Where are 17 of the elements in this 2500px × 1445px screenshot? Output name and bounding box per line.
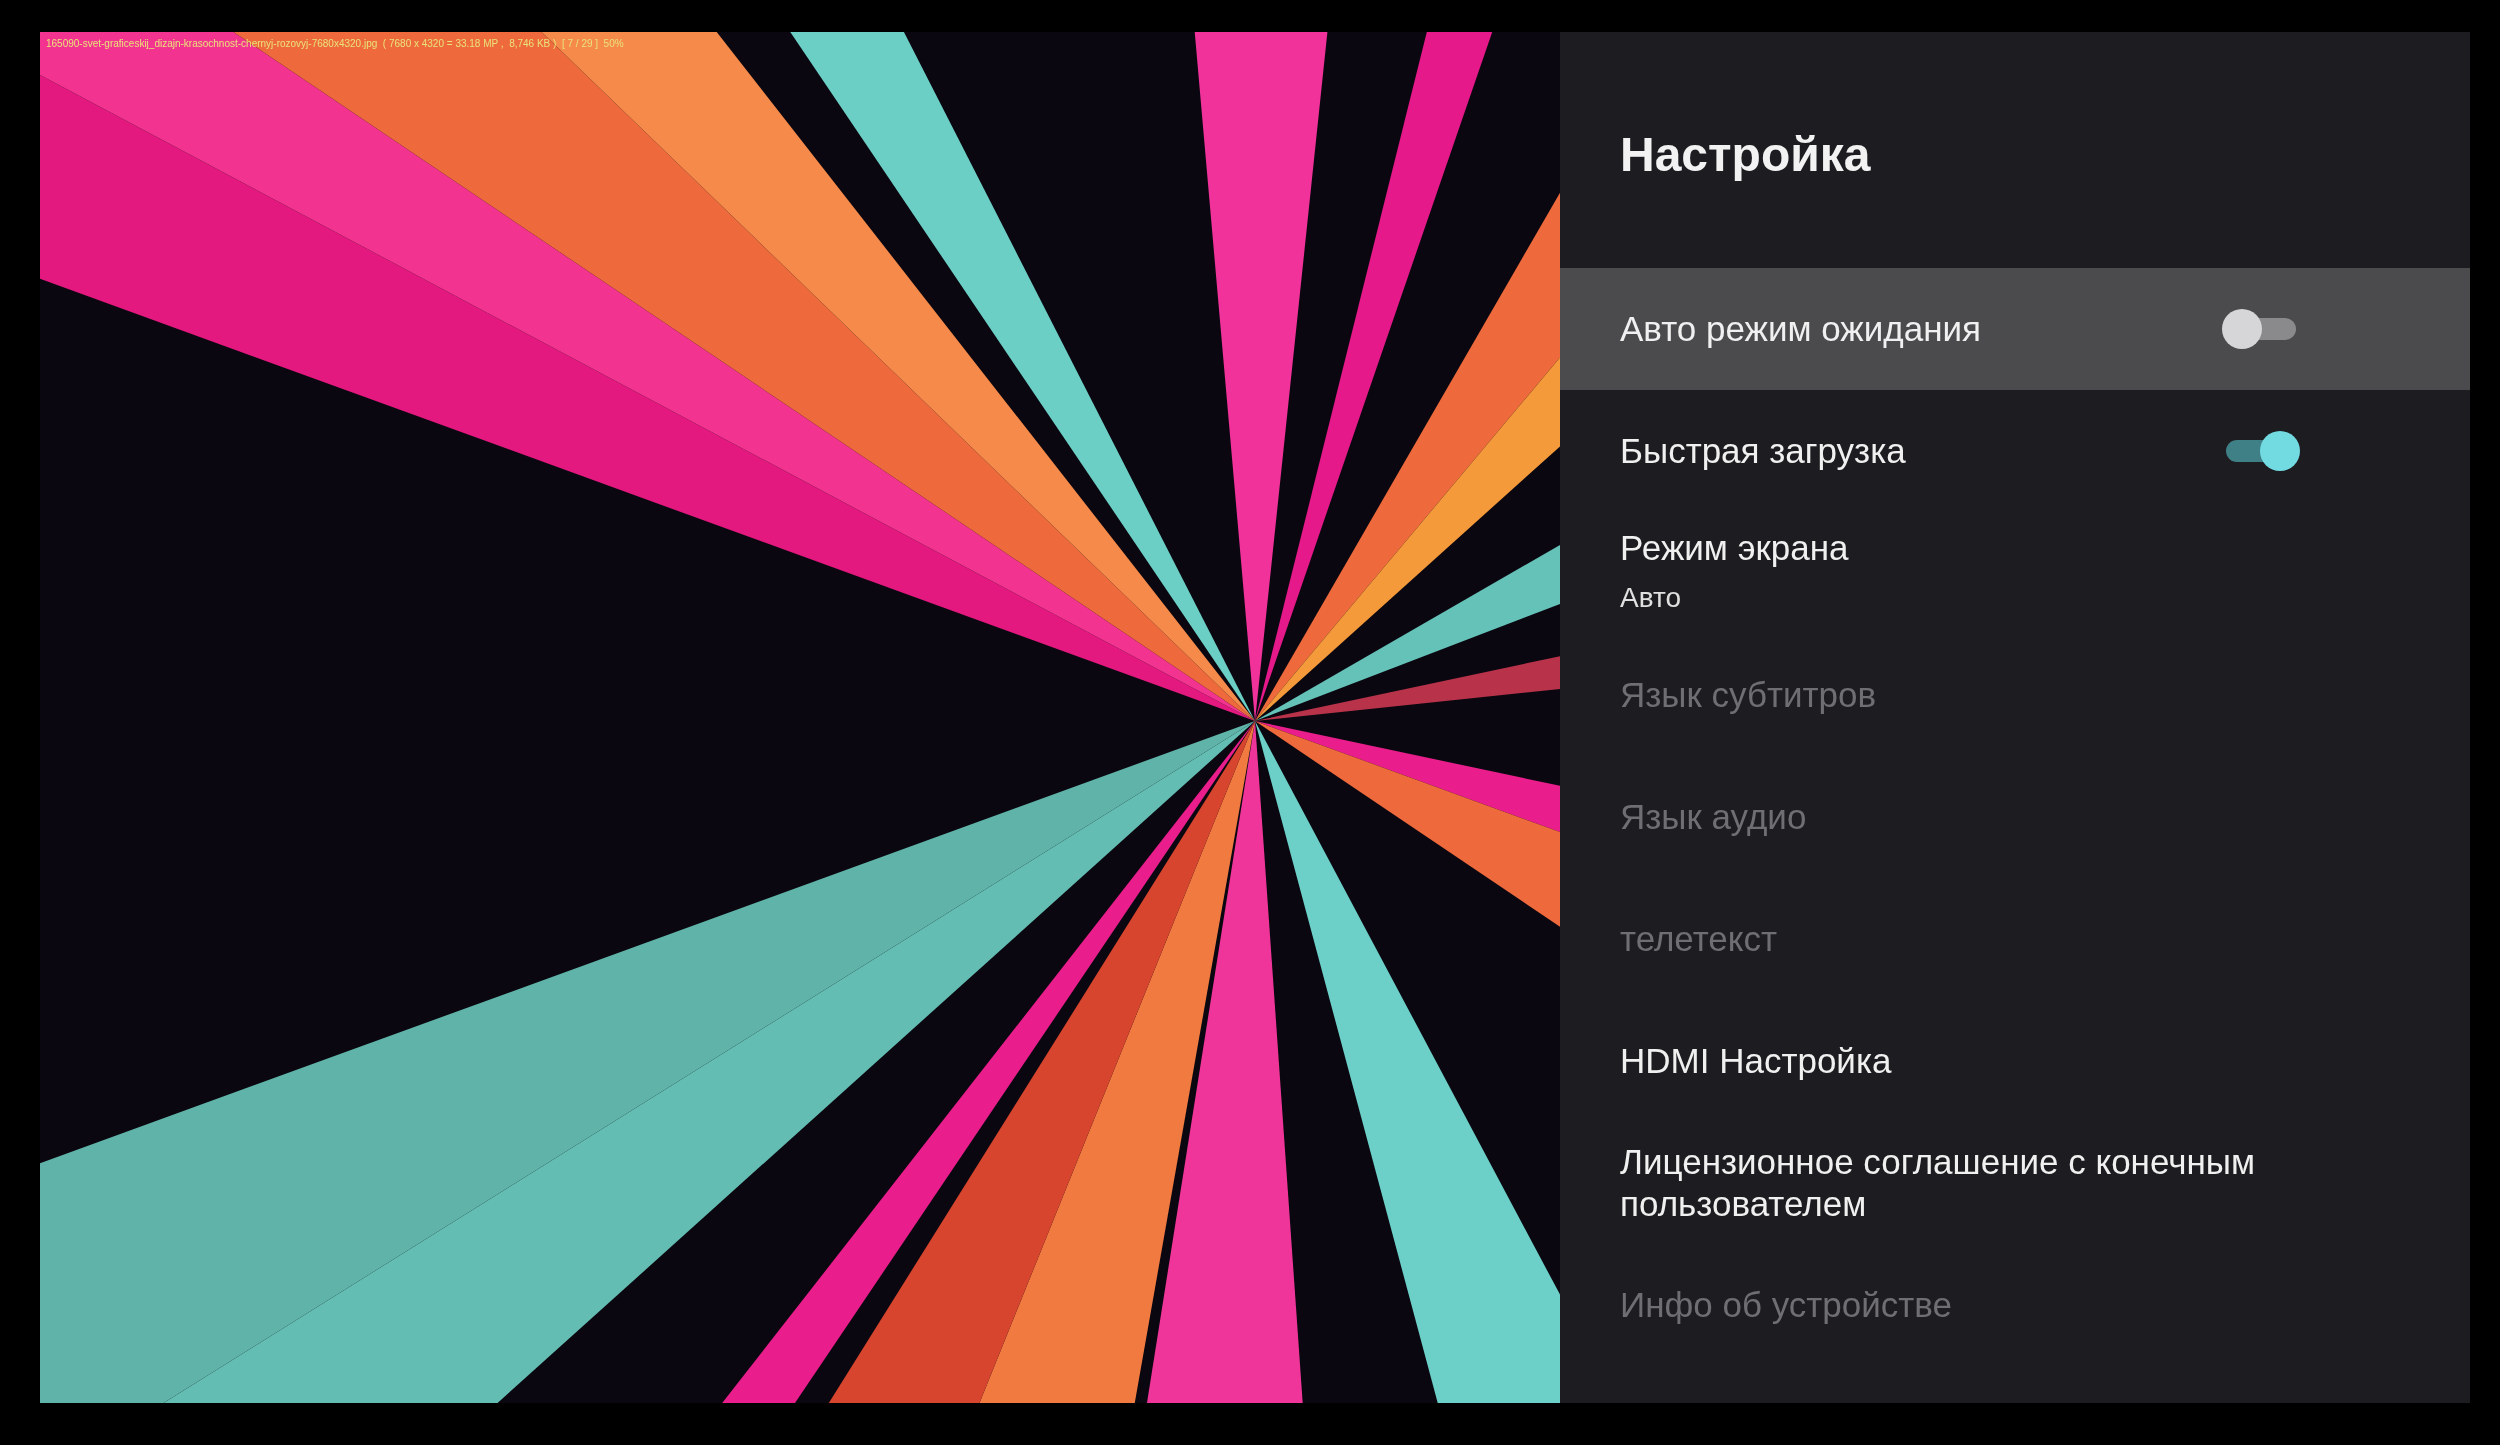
item-label: Режим экрана xyxy=(1620,527,1849,569)
panel-title: Настройка xyxy=(1620,127,1871,183)
settings-item[interactable]: Лицензионное соглашение с конечным пользователем xyxy=(1560,1122,2470,1244)
item-label: Лицензионное соглашение с конечным пользователем xyxy=(1620,1141,2256,1225)
item-label: HDMI Настройка xyxy=(1620,1040,1892,1082)
settings-item[interactable]: Быстрая загрузка xyxy=(1560,390,2470,512)
item-label: Инфо об устройстве xyxy=(1620,1284,1953,1326)
settings-item[interactable]: Авто режим ожидания xyxy=(1560,268,2470,390)
item-label: Авто режим ожидания xyxy=(1620,308,1982,350)
item-label: телетекст xyxy=(1620,918,1777,960)
settings-item[interactable]: HDMI Настройка xyxy=(1560,1000,2470,1122)
item-label: Быстрая загрузка xyxy=(1620,430,1906,472)
item-label: Язык аудио xyxy=(1620,796,1807,838)
item-label: Язык субтитров xyxy=(1620,674,1877,716)
settings-item[interactable]: Режим экрана Авто xyxy=(1560,512,2470,634)
image-caption: 165090-svet-graficeskij_dizajn-krasochnost-chernyj-rozovyj-7680x4320.jpg ( 7680 x 4320 = 33.18 MP , 8,746 KB ) [ 7 / 29 ] 50% xyxy=(46,37,624,51)
item-value: Авто xyxy=(1620,581,1683,615)
